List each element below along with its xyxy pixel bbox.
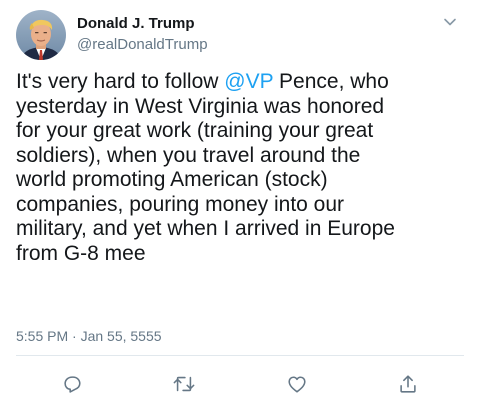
tweet-text-line: soldiers), when you travel around the [16, 143, 361, 167]
tweet-text-line: for your great work (training your great [16, 119, 374, 142]
tweet-timestamp[interactable]: 5:55 PM · Jan 55, 5555 [16, 328, 162, 344]
user-handle[interactable]: @realDonaldTrump [77, 35, 208, 54]
like-button[interactable] [283, 370, 311, 398]
tweet-actions [0, 370, 480, 398]
divider [16, 355, 464, 356]
author-names: Donald J. Trump @realDonaldTrump [77, 14, 208, 54]
tweet-header: Donald J. Trump @realDonaldTrump [16, 10, 464, 60]
tweet-card: Donald J. Trump @realDonaldTrump It's ve… [0, 0, 480, 410]
tweet-text: It's very hard to follow @VP Pence, who … [16, 70, 464, 266]
tweet-text-line: It's very hard to follow @VP Pence, who [16, 70, 464, 95]
tweet-text-line: companies, pouring money into our [16, 192, 345, 216]
display-name[interactable]: Donald J. Trump [77, 14, 208, 33]
profile-photo-icon [16, 10, 66, 60]
reply-icon [64, 376, 81, 393]
reply-button[interactable] [58, 370, 86, 398]
retweet-button[interactable] [170, 370, 198, 398]
mention-link[interactable]: @VP [224, 70, 273, 93]
tweet-text-line: from G-8 mee [16, 241, 146, 265]
retweet-icon [173, 376, 195, 392]
tweet-text-line: world promoting American (stock) [16, 168, 328, 191]
heart-icon [288, 376, 306, 393]
tweet-text-segment: It's very hard to follow [16, 70, 225, 93]
tweet-text-line: military, and yet when I arrived in Euro… [16, 217, 395, 240]
tweet-text-line: yesterday in West Virginia was honored [16, 94, 385, 118]
tweet-text-segment: Pence, who [273, 70, 389, 93]
avatar[interactable] [16, 10, 66, 60]
share-button[interactable] [394, 370, 422, 398]
chevron-down-icon[interactable] [442, 14, 458, 30]
share-icon [400, 375, 416, 393]
